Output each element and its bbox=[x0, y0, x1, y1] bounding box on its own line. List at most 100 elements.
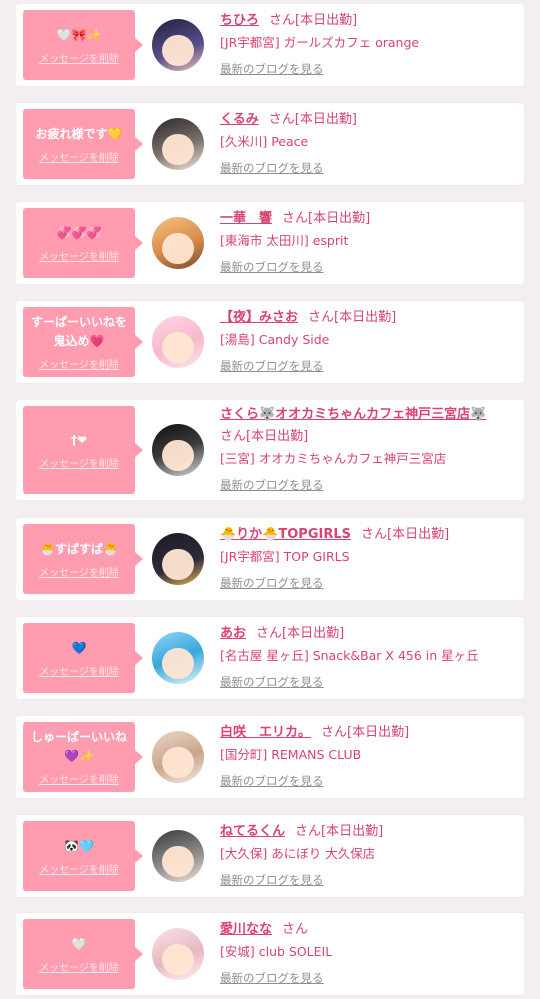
profile-info: 🐣りか🐣TOPGIRLS さん[本日出勤] [JR宇都宮] TOP GIRLS 最… bbox=[220, 524, 516, 593]
status-badge: [本日出勤] bbox=[282, 626, 345, 641]
list-item: 🐼🩵 メッセージを削除 ねてるくん さん[本日出勤] [大久保] あにぼり 大久保… bbox=[16, 815, 524, 897]
message-bubble: お疲れ様です💛 メッセージを削除 bbox=[23, 109, 143, 179]
message-bubble: しゅーぱーいいね💜✨ メッセージを削除 bbox=[23, 722, 143, 792]
delete-message-link[interactable]: メッセージを削除 bbox=[39, 455, 119, 470]
shop-name: [JR宇都宮] TOP GIRLS bbox=[220, 549, 350, 564]
profile-name-link[interactable]: ちひろ bbox=[220, 13, 259, 28]
shop-name: [三宮] オオカミちゃんカフェ神戸三宮店 bbox=[220, 451, 447, 466]
avatar[interactable] bbox=[152, 830, 204, 882]
message-bubble: †❤ メッセージを削除 bbox=[23, 406, 143, 494]
latest-blog-link[interactable]: 最新のブログを見る bbox=[220, 968, 516, 988]
delete-message-link[interactable]: メッセージを削除 bbox=[39, 663, 119, 678]
profile-info: ちひろ さん[本日出勤] [JR宇都宮] ガールズカフェ orange 最新のブロ… bbox=[220, 10, 516, 79]
message-text: 💙 bbox=[71, 640, 87, 655]
status-badge: [本日出勤] bbox=[347, 725, 410, 740]
latest-blog-link[interactable]: 最新のブログを見る bbox=[220, 356, 516, 376]
profile-info: 一華 響さん[本日出勤] [東海市 太田川] esprit 最新のブログを見る bbox=[220, 208, 516, 277]
message-text: すーぱーいいねを鬼込め💗 bbox=[30, 315, 127, 348]
delete-message-link[interactable]: メッセージを削除 bbox=[39, 149, 119, 164]
message-bubble: すーぱーいいねを鬼込め💗 メッセージを削除 bbox=[23, 307, 143, 377]
latest-blog-link[interactable]: 最新のブログを見る bbox=[220, 870, 516, 890]
status-badge: [本日出勤] bbox=[387, 527, 450, 542]
latest-blog-link[interactable]: 最新のブログを見る bbox=[220, 573, 516, 593]
latest-blog-link[interactable]: 最新のブログを見る bbox=[220, 475, 516, 495]
profile-name-link[interactable]: あお bbox=[220, 626, 246, 641]
shop-name: [JR宇都宮] ガールズカフェ orange bbox=[220, 35, 420, 50]
profile-name-link[interactable]: さくら🐺オオカミちゃんカフェ神戸三宮店🐺 bbox=[220, 407, 486, 422]
name-suffix: さん bbox=[269, 13, 296, 28]
latest-blog-link[interactable]: 最新のブログを見る bbox=[220, 257, 516, 277]
profile-name-link[interactable]: 一華 響 bbox=[220, 211, 272, 226]
shop-name: [湯島] Candy Side bbox=[220, 332, 330, 347]
profile-info: 【夜】みさお さん[本日出勤] [湯島] Candy Side 最新のブログを見る bbox=[220, 307, 516, 376]
name-suffix: さん bbox=[308, 310, 335, 325]
name-suffix: さん bbox=[360, 527, 387, 542]
profile-name-link[interactable]: 白咲 エリカ。 bbox=[220, 725, 311, 740]
list-item: 💞💞💞 メッセージを削除 一華 響さん[本日出勤] [東海市 太田川] espr… bbox=[16, 202, 524, 284]
name-suffix: さん bbox=[282, 211, 309, 226]
message-text: お疲れ様です💛 bbox=[35, 126, 123, 141]
profile-name-link[interactable]: ねてるくん bbox=[220, 824, 285, 839]
message-bubble: 🤍🎀✨ メッセージを削除 bbox=[23, 10, 143, 80]
avatar[interactable] bbox=[152, 316, 204, 368]
profile-name-link[interactable]: 🐣りか🐣TOPGIRLS bbox=[220, 527, 351, 542]
profile-info: くるみ さん[本日出勤] [久米川] Peace 最新のブログを見る bbox=[220, 109, 516, 178]
delete-message-link[interactable]: メッセージを削除 bbox=[39, 861, 119, 876]
list-item: 🤍 メッセージを削除 愛川なな さん [安城] club SOLEIL 最新のブロ… bbox=[16, 913, 524, 995]
message-bubble: 💙 メッセージを削除 bbox=[23, 623, 143, 693]
avatar[interactable] bbox=[152, 928, 204, 980]
latest-blog-link[interactable]: 最新のブログを見る bbox=[220, 771, 516, 791]
message-text: 🐣すばすば🐣 bbox=[40, 541, 118, 556]
delete-message-link[interactable]: メッセージを削除 bbox=[39, 564, 119, 579]
delete-message-link[interactable]: メッセージを削除 bbox=[39, 771, 119, 786]
profile-name-link[interactable]: 愛川なな bbox=[220, 922, 272, 937]
list-item: 🤍🎀✨ メッセージを削除 ちひろ さん[本日出勤] [JR宇都宮] ガールズカフェ… bbox=[16, 4, 524, 86]
delete-message-link[interactable]: メッセージを削除 bbox=[39, 356, 119, 371]
name-suffix: さん bbox=[295, 824, 322, 839]
avatar[interactable] bbox=[152, 424, 204, 476]
list-item: 💙 メッセージを削除 あお さん[本日出勤] [名古屋 星ヶ丘] Snack&Ba… bbox=[16, 617, 524, 699]
status-badge: [本日出勤] bbox=[294, 112, 357, 127]
status-badge: [本日出勤] bbox=[308, 211, 371, 226]
avatar[interactable] bbox=[152, 731, 204, 783]
profile-info: ねてるくん さん[本日出勤] [大久保] あにぼり 大久保店 最新のブログを見る bbox=[220, 821, 516, 890]
latest-blog-link[interactable]: 最新のブログを見る bbox=[220, 158, 516, 178]
delete-message-link[interactable]: メッセージを削除 bbox=[39, 50, 119, 65]
delete-message-link[interactable]: メッセージを削除 bbox=[39, 248, 119, 263]
message-bubble: 🤍 メッセージを削除 bbox=[23, 919, 143, 989]
message-text: しゅーぱーいいね💜✨ bbox=[30, 730, 127, 763]
message-text: †❤ bbox=[70, 432, 88, 447]
list-item: †❤ メッセージを削除 さくら🐺オオカミちゃんカフェ神戸三宮店🐺 さん[本日出勤]… bbox=[16, 400, 524, 500]
message-text: 💞💞💞 bbox=[56, 225, 102, 240]
profile-name-link[interactable]: 【夜】みさお bbox=[220, 310, 298, 325]
shop-name: [国分町] REMANS CLUB bbox=[220, 747, 362, 762]
name-suffix: さん bbox=[282, 922, 309, 937]
latest-blog-link[interactable]: 最新のブログを見る bbox=[220, 59, 516, 79]
profile-name-link[interactable]: くるみ bbox=[220, 112, 259, 127]
name-suffix: さん bbox=[256, 626, 283, 641]
avatar[interactable] bbox=[152, 217, 204, 269]
status-badge: [本日出勤] bbox=[334, 310, 397, 325]
shop-name: [名古屋 星ヶ丘] Snack&Bar X 456 in 星ヶ丘 bbox=[220, 648, 479, 663]
latest-blog-link[interactable]: 最新のブログを見る bbox=[220, 672, 516, 692]
delete-message-link[interactable]: メッセージを削除 bbox=[39, 959, 119, 974]
avatar[interactable] bbox=[152, 632, 204, 684]
profile-info: 白咲 エリカ。 さん[本日出勤] [国分町] REMANS CLUB 最新のブログ… bbox=[220, 722, 516, 791]
message-bubble: 🐼🩵 メッセージを削除 bbox=[23, 821, 143, 891]
name-suffix: さん bbox=[321, 725, 348, 740]
shop-name: [東海市 太田川] esprit bbox=[220, 233, 349, 248]
name-suffix: さん bbox=[220, 429, 247, 444]
avatar[interactable] bbox=[152, 118, 204, 170]
list-item: しゅーぱーいいね💜✨ メッセージを削除 白咲 エリカ。 さん[本日出勤] [国分町… bbox=[16, 716, 524, 798]
name-suffix: さん bbox=[268, 112, 295, 127]
shop-name: [久米川] Peace bbox=[220, 134, 309, 149]
profile-info: あお さん[本日出勤] [名古屋 星ヶ丘] Snack&Bar X 456 in … bbox=[220, 623, 516, 692]
status-badge: [本日出勤] bbox=[246, 429, 309, 444]
favorites-list: 🤍🎀✨ メッセージを削除 ちひろ さん[本日出勤] [JR宇都宮] ガールズカフェ… bbox=[0, 0, 540, 999]
avatar[interactable] bbox=[152, 19, 204, 71]
message-text: 🤍🎀✨ bbox=[56, 27, 102, 42]
list-item: 🐣すばすば🐣 メッセージを削除 🐣りか🐣TOPGIRLS さん[本日出勤] [JR… bbox=[16, 518, 524, 600]
shop-name: [安城] club SOLEIL bbox=[220, 944, 333, 959]
avatar[interactable] bbox=[152, 533, 204, 585]
list-item: お疲れ様です💛 メッセージを削除 くるみ さん[本日出勤] [久米川] Peace… bbox=[16, 103, 524, 185]
